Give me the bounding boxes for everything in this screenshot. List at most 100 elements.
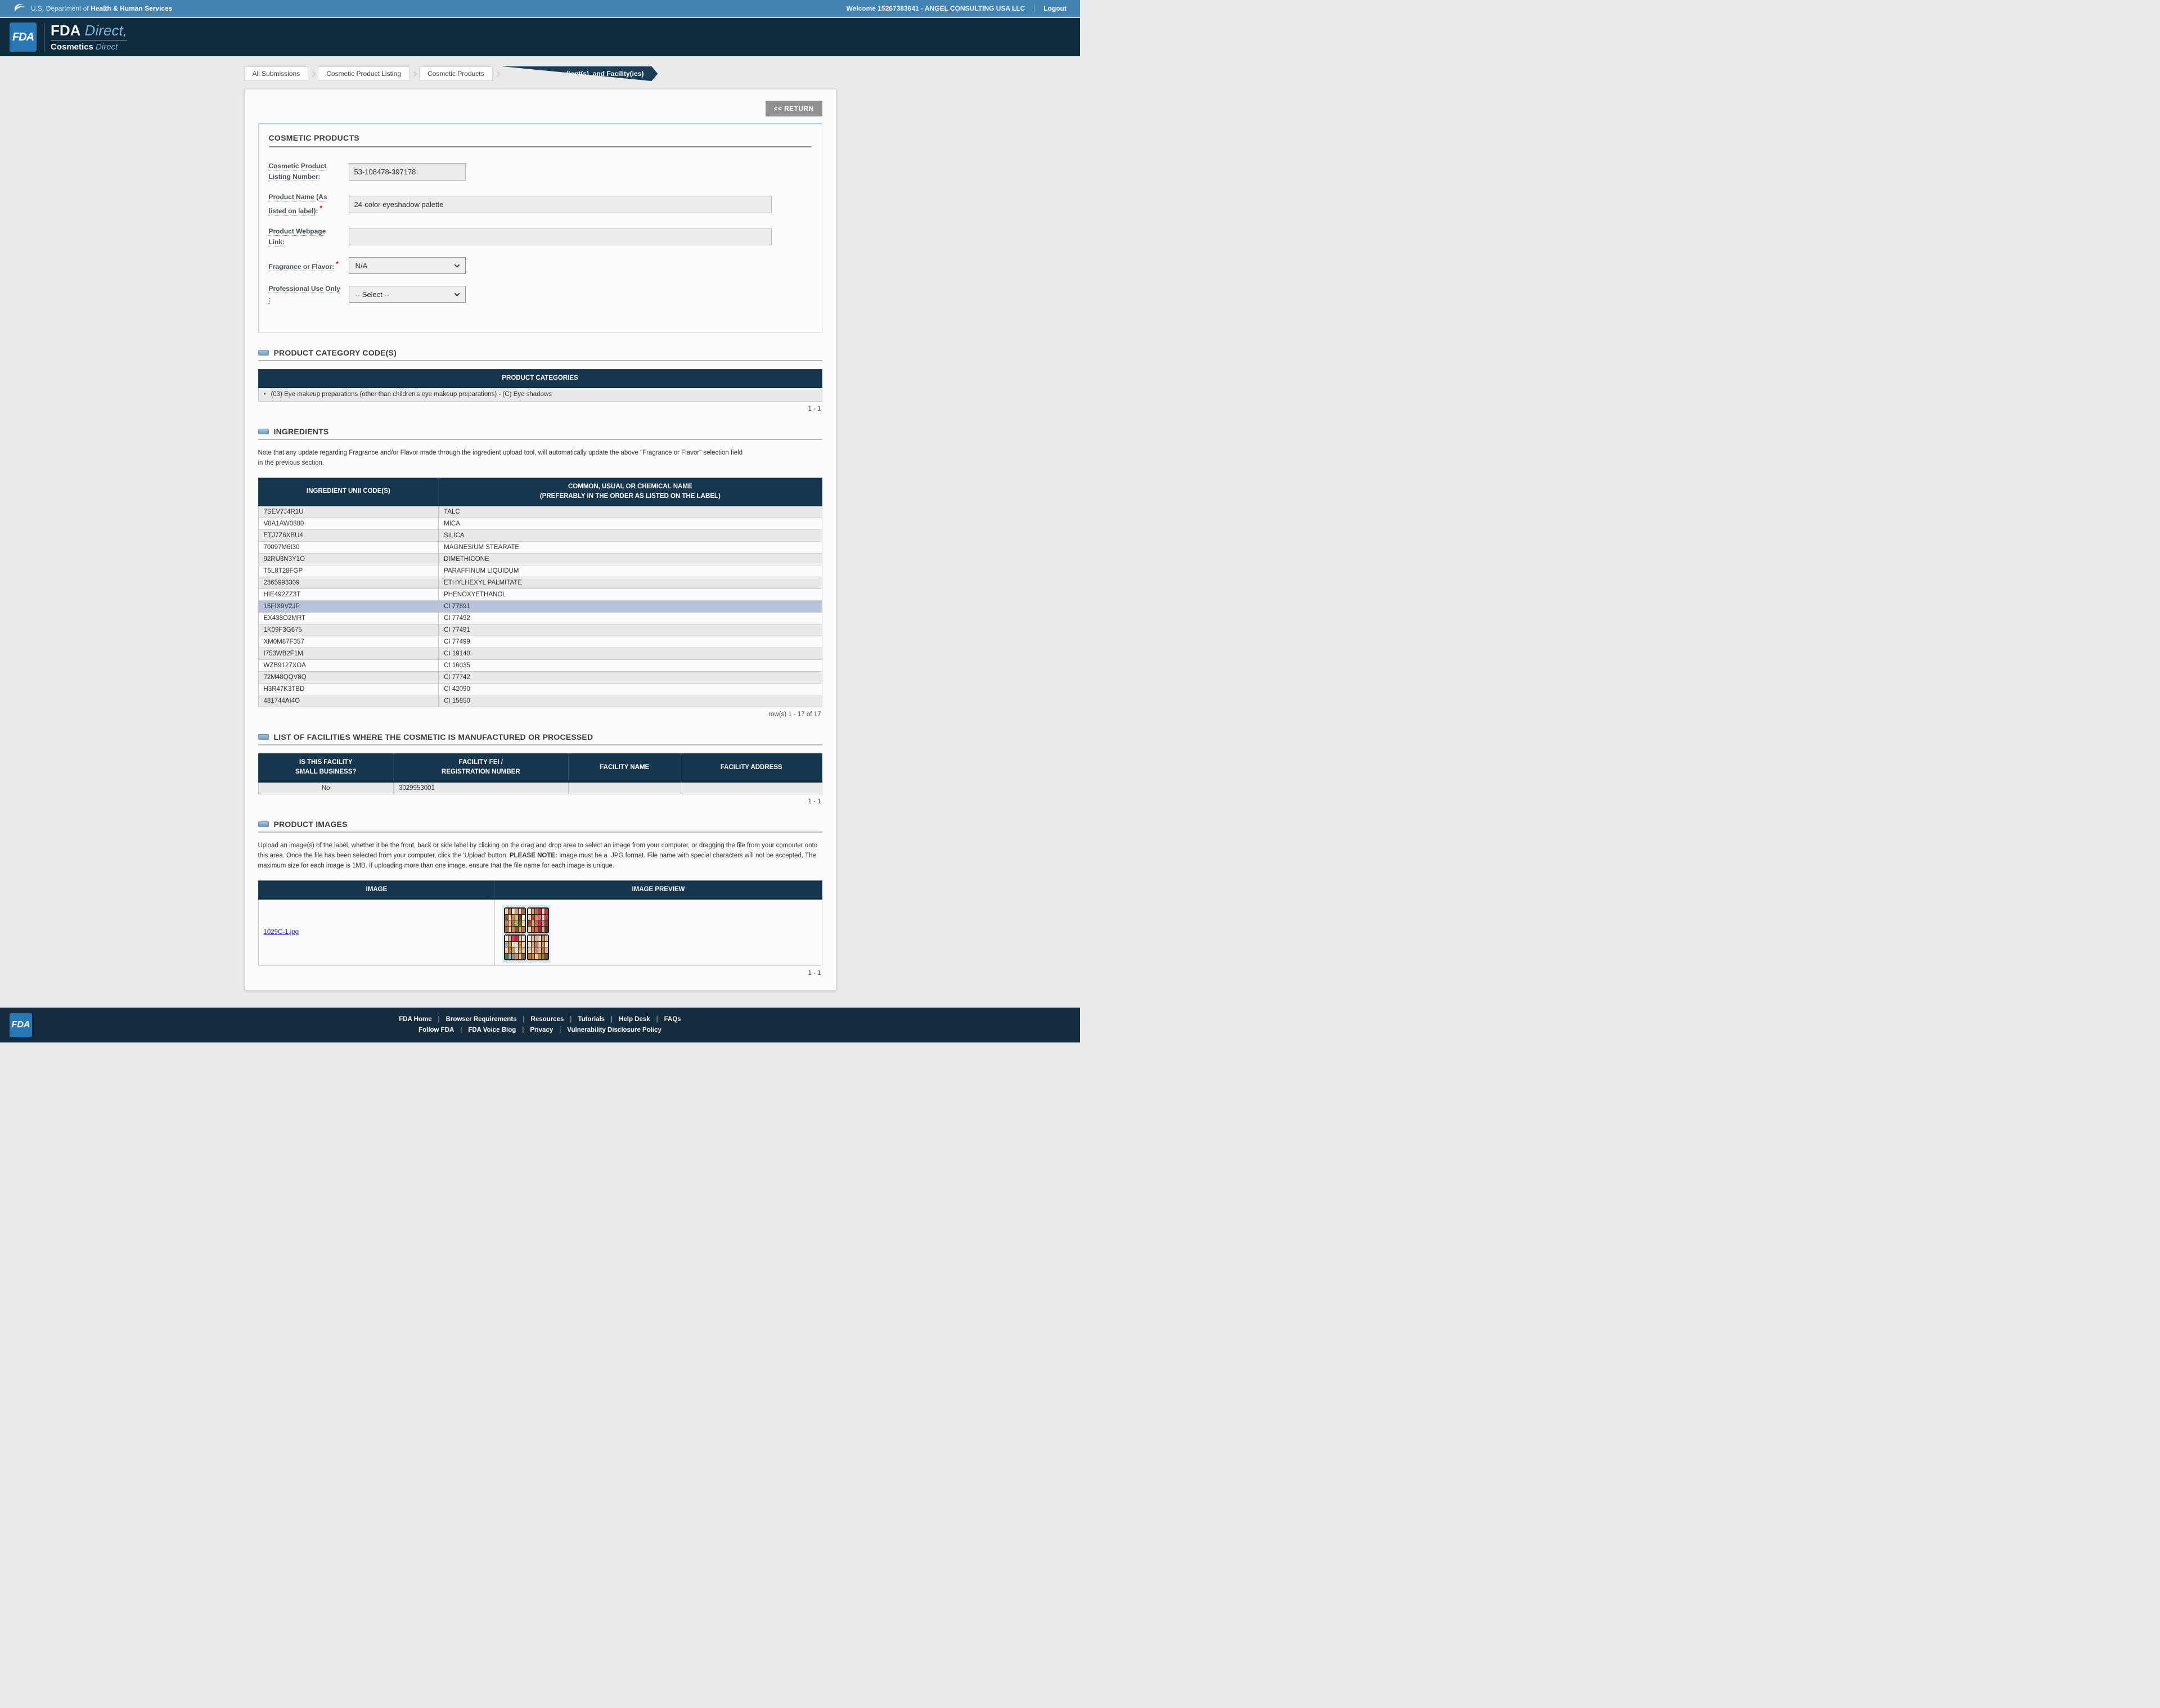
ingredient-row[interactable]: EX438O2MRTCI 77492 xyxy=(258,613,822,624)
breadcrumb-item-all-submissions[interactable]: All Submissions xyxy=(244,66,309,81)
eyeshadow-pan xyxy=(538,936,541,941)
ingredient-unii-cell: HIE492ZZ3T xyxy=(258,589,439,601)
footer-link-browser-requirements[interactable]: Browser Requirements xyxy=(446,1016,517,1023)
footer-link-privacy[interactable]: Privacy xyxy=(530,1027,553,1033)
eyeshadow-pan xyxy=(532,954,534,959)
field-control xyxy=(349,228,772,245)
facility-row: No3029953001 xyxy=(258,782,822,794)
eyeshadow-palette xyxy=(527,907,549,933)
eyeshadow-pan xyxy=(535,954,538,959)
ingredient-row[interactable]: 2865993309ETHYLHEXYL PALMITATE xyxy=(258,577,822,589)
ingredient-row[interactable]: T5L8T28FGPPARAFFINUM LIQUIDUM xyxy=(258,565,822,577)
ingredient-unii-cell: ETJ7Z6XBU4 xyxy=(258,530,439,542)
ingredient-name-cell: TALC xyxy=(439,506,822,518)
ingredient-row[interactable]: 1K09F3G675CI 77491 xyxy=(258,624,822,636)
category-row: •(03) Eye makeup preparations (other tha… xyxy=(258,388,822,402)
footer-link-follow-fda[interactable]: Follow FDA xyxy=(418,1027,454,1033)
eyeshadow-pan xyxy=(508,936,511,941)
footer-separator: | xyxy=(656,1016,658,1023)
ingredient-unii-cell: EX438O2MRT xyxy=(258,613,439,624)
app-title-line2: Cosmetics Direct xyxy=(51,42,127,52)
eyeshadow-pan xyxy=(512,927,515,932)
collapse-icon[interactable] xyxy=(258,821,269,827)
eyeshadow-pan xyxy=(542,947,544,953)
eyeshadow-pan xyxy=(515,927,518,932)
ingredient-row[interactable]: 70097M6I30MAGNESIUM STEARATE xyxy=(258,542,822,554)
ingredient-row[interactable]: 15FIX9V2JPCI 77891 xyxy=(258,601,822,613)
pagination: 1 - 1 xyxy=(259,798,821,805)
eyeshadow-pan xyxy=(512,915,515,920)
eyeshadow-pan xyxy=(519,915,521,920)
category-text: (03) Eye makeup preparations (other than… xyxy=(271,391,552,398)
footer-link-faqs[interactable]: FAQs xyxy=(664,1016,681,1023)
eyeshadow-pan xyxy=(519,954,521,959)
ingredients-note: Note that any update regarding Fragrance… xyxy=(258,448,822,469)
eyeshadow-pan xyxy=(505,920,508,926)
ingredient-name-cell: SILICA xyxy=(439,530,822,542)
professional-use-only-select[interactable]: -- Select -- xyxy=(349,286,466,303)
eyeshadow-pan xyxy=(522,927,525,932)
product-webpage-link-input[interactable] xyxy=(349,228,772,245)
ingredient-unii-cell: H3R47K3TBD xyxy=(258,684,439,695)
collapse-icon[interactable] xyxy=(258,350,269,356)
eyeshadow-pan xyxy=(542,936,544,941)
select-value: -- Select -- xyxy=(356,290,390,299)
ingredient-row[interactable]: H3R47K3TBDCI 42090 xyxy=(258,684,822,695)
eyeshadow-pan xyxy=(519,909,521,914)
eyeshadow-pan xyxy=(528,920,531,926)
logout-link[interactable]: Logout xyxy=(1034,5,1066,12)
eyeshadow-pan xyxy=(542,954,544,959)
footer-link-row: Follow FDA|FDA Voice Blog|Privacy|Vulner… xyxy=(418,1027,662,1033)
footer-link-fda-home[interactable]: FDA Home xyxy=(399,1016,431,1023)
field-label: Professional Use Only : xyxy=(269,284,342,305)
hhs-eagle-icon xyxy=(14,3,26,14)
breadcrumb-item-product-s-ingredient-s-and-facility-ies[interactable]: Product(s), Ingredient(s), and Facility(… xyxy=(502,66,658,81)
eyeshadow-pan xyxy=(519,942,521,947)
field-label-text: Professional Use Only : xyxy=(269,285,340,303)
footer-link-help-desk[interactable]: Help Desk xyxy=(619,1016,650,1023)
image-preview-cell xyxy=(495,899,822,966)
eyeshadow-pan xyxy=(522,942,525,947)
fragrance-or-flavor-select[interactable]: N/A xyxy=(349,257,466,274)
ingredient-name-cell: CI 77742 xyxy=(439,672,822,684)
eyeshadow-pan xyxy=(508,954,511,959)
ingredient-row[interactable]: ETJ7Z6XBU4SILICA xyxy=(258,530,822,542)
section-product-images: PRODUCT IMAGES xyxy=(258,820,822,833)
eyeshadow-pan xyxy=(508,909,511,914)
footer-link-resources[interactable]: Resources xyxy=(531,1016,564,1023)
ingredient-row[interactable]: 92RU3N3Y1ODIMETHICONE xyxy=(258,554,822,565)
ingredient-row[interactable]: I753WB2F1MCI 19140 xyxy=(258,648,822,660)
ingredient-row[interactable]: 7SEV7J4R1UTALC xyxy=(258,506,822,518)
welcome-text: Welcome 15267383641 - ANGEL CONSULTING U… xyxy=(846,5,1034,12)
page-footer: FDA FDA Home|Browser Requirements|Resour… xyxy=(0,1008,1080,1042)
breadcrumb-item-cosmetic-products[interactable]: Cosmetic Products xyxy=(419,66,493,81)
footer-link-fda-voice-blog[interactable]: FDA Voice Blog xyxy=(468,1027,516,1033)
ingredient-name-cell: DIMETHICONE xyxy=(439,554,822,565)
ingredient-unii-cell: WZB9127XOA xyxy=(258,660,439,672)
eyeshadow-pan xyxy=(535,947,538,953)
footer-separator: | xyxy=(611,1016,613,1023)
ingredient-row[interactable]: HIE492ZZ3TPHENOXYETHANOL xyxy=(258,589,822,601)
product-name-as-listed-on-label-input[interactable] xyxy=(349,196,772,213)
ingredient-row[interactable]: XM0M87F357CI 77499 xyxy=(258,636,822,648)
footer-link-vulnerability-disclosure-policy[interactable]: Vulnerability Disclosure Policy xyxy=(567,1027,662,1033)
collapse-icon[interactable] xyxy=(258,734,269,740)
ingredient-row[interactable]: 481744AI4OCI 15850 xyxy=(258,695,822,707)
ingredient-row[interactable]: 72M48QQV8QCI 77742 xyxy=(258,672,822,684)
image-file-link[interactable]: 1029C-1.jpg xyxy=(264,929,299,936)
eyeshadow-pan xyxy=(538,954,541,959)
eyeshadow-pan xyxy=(505,942,508,947)
collapse-icon[interactable] xyxy=(258,429,269,434)
section-product-categories: PRODUCT CATEGORY CODE(S) xyxy=(258,348,822,361)
eyeshadow-pan xyxy=(532,909,534,914)
section-ingredients: INGREDIENTS xyxy=(258,427,822,440)
eyeshadow-pan xyxy=(528,915,531,920)
form-title: COSMETIC PRODUCTS xyxy=(269,133,812,147)
breadcrumb-item-cosmetic-product-listing[interactable]: Cosmetic Product Listing xyxy=(318,66,410,81)
return-button[interactable]: << RETURN xyxy=(766,101,822,116)
footer-link-tutorials[interactable]: Tutorials xyxy=(578,1016,605,1023)
ingredient-row[interactable]: V8A1AW0880MICA xyxy=(258,518,822,530)
ingredient-row[interactable]: WZB9127XOACI 16035 xyxy=(258,660,822,672)
cosmetic-product-listing-number-input[interactable] xyxy=(349,163,466,181)
main-panel: << RETURN COSMETIC PRODUCTS Cosmetic Pro… xyxy=(244,89,836,991)
